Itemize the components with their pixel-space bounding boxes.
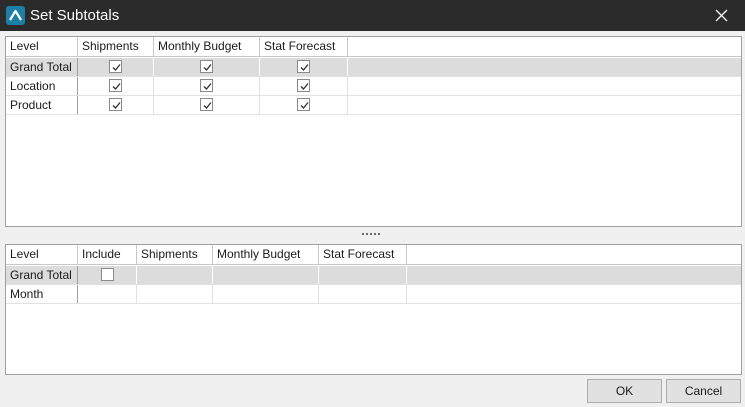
top-subtotals-grid[interactable]: Level Shipments Monthly Budget Stat Fore… [5, 36, 742, 227]
table-cell [319, 285, 407, 303]
table-cell [260, 96, 348, 114]
column-header-level[interactable]: Level [6, 37, 78, 57]
table-cell [213, 285, 319, 303]
checkmark-icon [300, 102, 309, 109]
table-cell [78, 266, 137, 284]
column-header-level[interactable]: Level [6, 245, 78, 265]
table-cell [78, 58, 154, 76]
checkmark-icon [112, 64, 121, 71]
shipments-checkbox[interactable] [109, 79, 122, 92]
checkmark-icon [300, 64, 309, 71]
grid-header: Level Include Shipments Monthly Budget S… [6, 245, 741, 265]
stat-forecast-checkbox[interactable] [297, 79, 310, 92]
cancel-button[interactable]: Cancel [666, 379, 741, 403]
checkmark-icon [300, 83, 309, 90]
grip-dot [366, 233, 368, 235]
column-header-shipments[interactable]: Shipments [78, 37, 154, 57]
table-cell [154, 58, 260, 76]
monthly-budget-checkbox[interactable] [200, 79, 213, 92]
row-level-label: Month [6, 285, 78, 303]
table-row[interactable]: Location [6, 77, 741, 96]
table-cell [154, 96, 260, 114]
table-row[interactable]: Grand Total [6, 266, 741, 285]
window-title: Set Subtotals [30, 7, 120, 24]
table-cell [260, 77, 348, 95]
table-cell [78, 96, 154, 114]
table-row[interactable]: Month [6, 285, 741, 304]
checkmark-icon [203, 83, 212, 90]
stat-forecast-checkbox[interactable] [297, 98, 310, 111]
column-header-stat-forecast[interactable]: Stat Forecast [260, 37, 348, 57]
table-cell [78, 285, 137, 303]
table-cell [260, 58, 348, 76]
bottom-subtotals-grid[interactable]: Level Include Shipments Monthly Budget S… [5, 244, 742, 375]
set-subtotals-dialog: Set Subtotals Level Shipments Monthly Bu… [0, 0, 745, 407]
row-level-label: Grand Total [6, 266, 78, 284]
checkmark-icon [203, 64, 212, 71]
grip-dot [370, 233, 372, 235]
splitter-handle[interactable] [362, 233, 384, 239]
monthly-budget-checkbox[interactable] [200, 98, 213, 111]
row-level-label: Grand Total [6, 58, 78, 76]
stat-forecast-checkbox[interactable] [297, 60, 310, 73]
grid-header: Level Shipments Monthly Budget Stat Fore… [6, 37, 741, 57]
row-level-label: Product [6, 96, 78, 114]
monthly-budget-checkbox[interactable] [200, 60, 213, 73]
grip-dot [374, 233, 376, 235]
table-row[interactable]: Grand Total [6, 58, 741, 77]
checkmark-icon [112, 102, 121, 109]
column-header-monthly-budget[interactable]: Monthly Budget [213, 245, 319, 265]
table-cell [154, 77, 260, 95]
table-cell [137, 285, 213, 303]
column-header-include[interactable]: Include [78, 245, 137, 265]
table-cell [78, 77, 154, 95]
table-row[interactable]: Product [6, 96, 741, 115]
shipments-checkbox[interactable] [109, 60, 122, 73]
table-cell [137, 266, 213, 284]
checkmark-icon [112, 83, 121, 90]
grip-dot [378, 233, 380, 235]
shipments-checkbox[interactable] [109, 98, 122, 111]
app-logo-icon [6, 6, 25, 25]
table-cell [213, 266, 319, 284]
ok-button[interactable]: OK [587, 379, 662, 403]
table-cell [319, 266, 407, 284]
checkmark-icon [203, 102, 212, 109]
include-checkbox[interactable] [101, 268, 114, 281]
column-header-shipments[interactable]: Shipments [137, 245, 213, 265]
close-icon [715, 9, 728, 22]
title-bar: Set Subtotals [0, 0, 745, 31]
column-header-monthly-budget[interactable]: Monthly Budget [154, 37, 260, 57]
row-level-label: Location [6, 77, 78, 95]
close-button[interactable] [699, 0, 745, 31]
column-header-stat-forecast[interactable]: Stat Forecast [319, 245, 407, 265]
grip-dot [362, 233, 364, 235]
